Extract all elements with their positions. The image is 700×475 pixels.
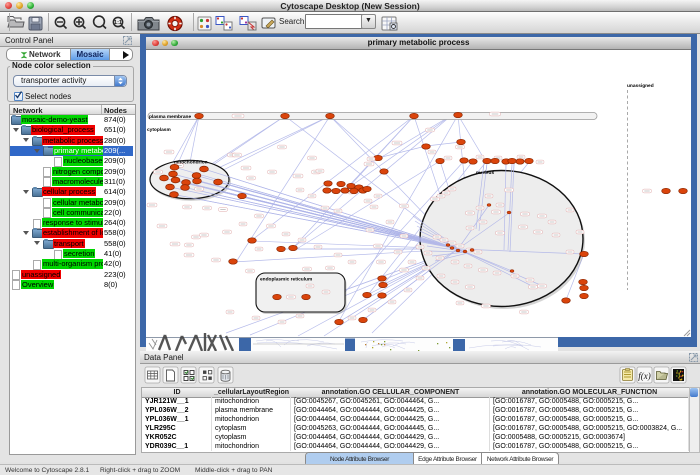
svg-text:1:1: 1:1 bbox=[114, 20, 122, 26]
svg-text:unassigned: unassigned bbox=[627, 83, 654, 89]
svg-text:endoplasmic reticulum: endoplasmic reticulum bbox=[260, 277, 312, 283]
svg-text:cytoplasm: cytoplasm bbox=[147, 127, 171, 133]
svg-text:plasma membrane: plasma membrane bbox=[149, 114, 191, 120]
svg-text:f(x): f(x) bbox=[638, 371, 651, 381]
